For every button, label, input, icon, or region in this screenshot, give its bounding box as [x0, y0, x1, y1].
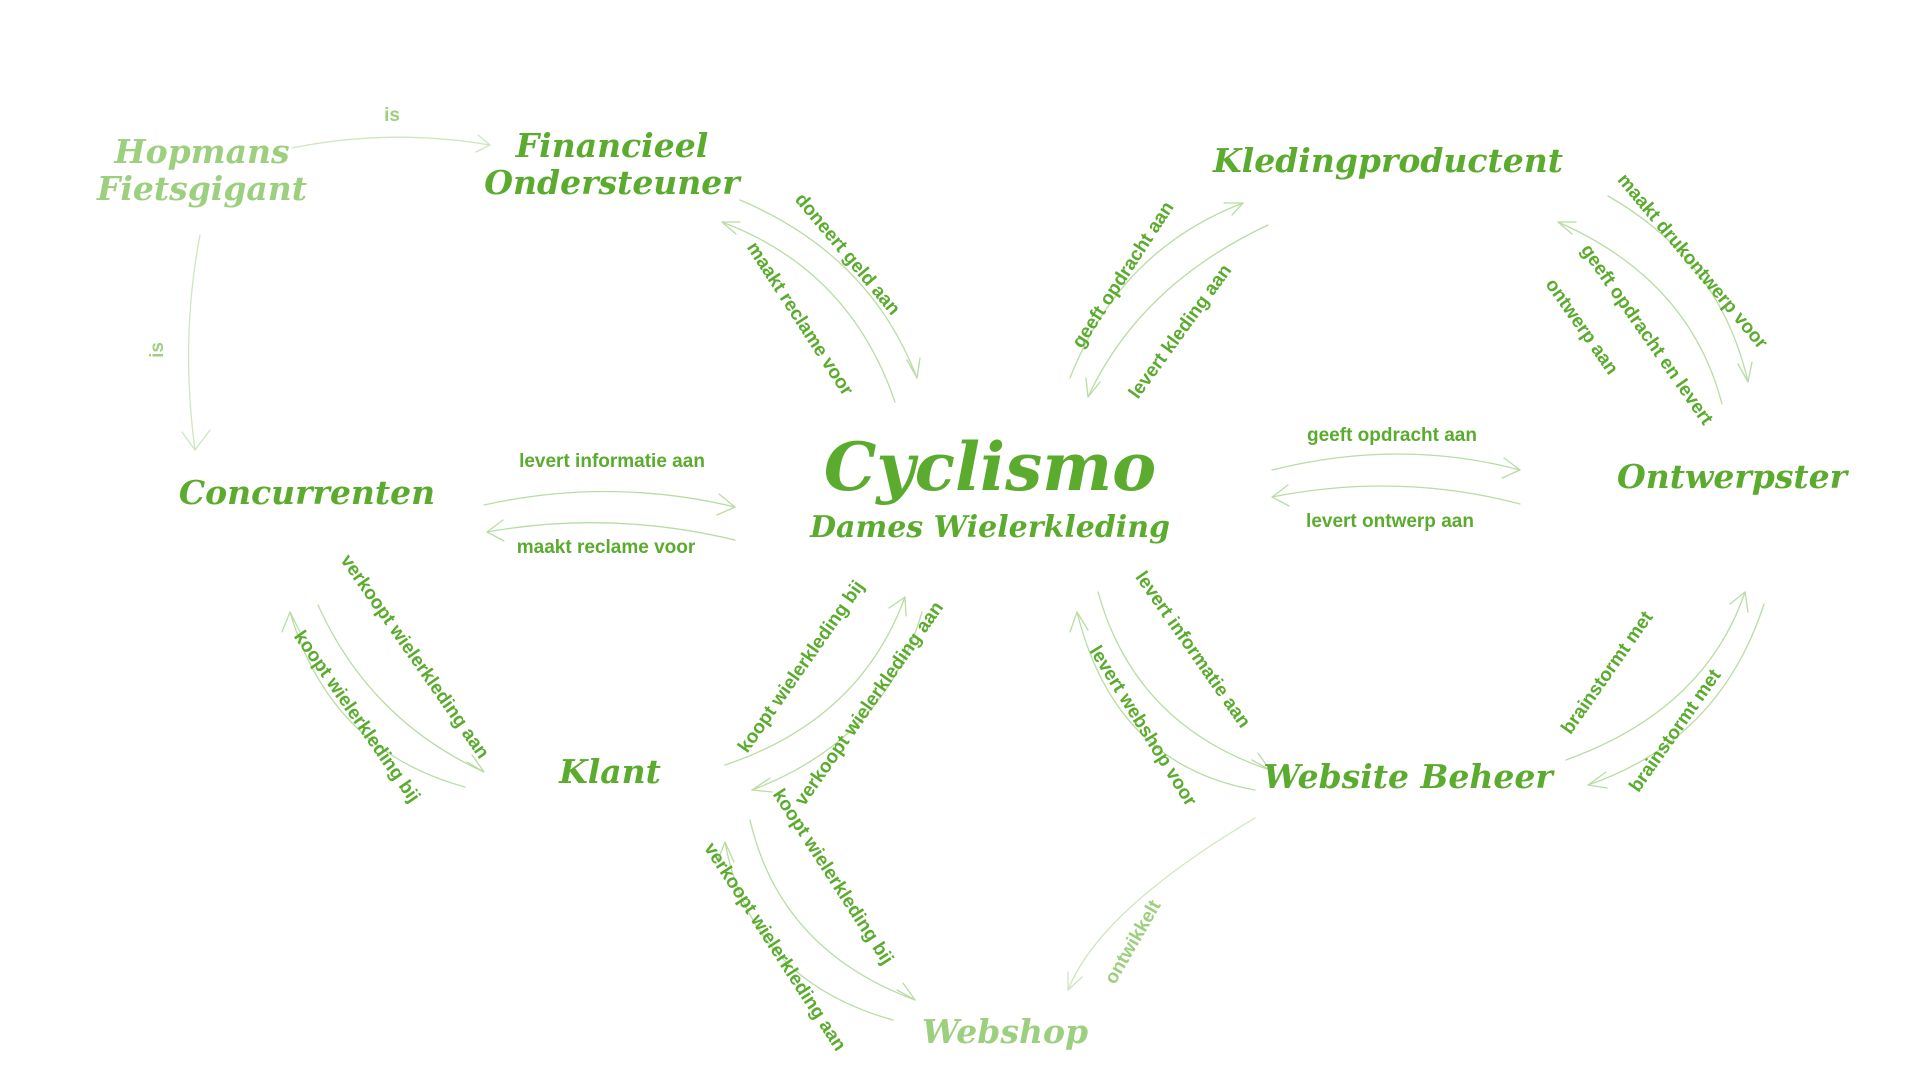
label-cyclismo-levert-info-website: levert informatie aan — [1131, 568, 1255, 732]
label-hopmans-is-concurrenten: is — [147, 342, 168, 358]
arrow-ontwerpster-website-head — [1587, 771, 1608, 789]
arrow-concurrenten-cyclismo — [483, 490, 736, 508]
arrow-kleding-cyclismo — [1087, 224, 1269, 398]
arrow-klant-webshop — [749, 819, 916, 1001]
hopmans-line1: Hopmans — [113, 132, 289, 171]
label-kleding-levert: levert kleding aan — [1125, 261, 1236, 403]
arrow-website-webshop — [1067, 817, 1256, 991]
concept-diagram: is is doneert geld aan maakt reclame voo… — [96, 105, 1850, 1055]
arrow-klant-webshop-head — [896, 982, 916, 1001]
label-klant-koopt-webshop: koopt wielerkleding bij — [768, 785, 897, 968]
arrow-hopmans-financieel — [291, 136, 491, 149]
arrow-hopmans-concurrenten-head — [181, 429, 211, 451]
cyclismo-subtitle: Dames Wielerkleding — [809, 510, 1170, 545]
label-ontwerpster-levert-ontwerp: levert ontwerp aan — [1306, 511, 1474, 532]
node-cyclismo: Cyclismo Dames Wielerkleding — [809, 428, 1170, 545]
node-kledingproducent: Kledingproductent — [1212, 141, 1563, 180]
node-hopmans: Hopmans Fietsgigant — [96, 132, 307, 208]
edge-labels: is is doneert geld aan maakt reclame voo… — [147, 105, 1772, 1055]
label-concurrenten-levert-info: levert informatie aan — [519, 451, 705, 472]
arrow-cyclismo-ontwerpster — [1271, 453, 1521, 471]
node-klant: Klant — [558, 752, 661, 791]
cyclismo-title: Cyclismo — [824, 428, 1156, 506]
node-concurrenten: Concurrenten — [179, 473, 435, 512]
arrow-ontwerpster-cyclismo — [1271, 485, 1521, 505]
arrow-klant-concurrenten-head — [281, 611, 301, 633]
financieel-line2: Ondersteuner — [484, 163, 742, 202]
financieel-line1: Financieel — [515, 126, 709, 165]
label-cyclismo-opdracht-ontwerpster: geeft opdracht aan — [1307, 425, 1477, 446]
arrow-hopmans-concurrenten — [187, 234, 201, 451]
node-website-beheer: Website Beheer — [1263, 757, 1555, 796]
label-ontwerpster-brainstormt: brainstormt met — [1625, 665, 1726, 796]
arrow-ontwerpster-kleding-head — [1557, 221, 1577, 235]
arrow-ontwerpster-website — [1587, 603, 1765, 786]
label-website-brainstormt: brainstormt met — [1557, 607, 1658, 738]
node-webshop: Webshop — [922, 1012, 1088, 1051]
node-ontwerpster: Ontwerpster — [1617, 457, 1850, 496]
hopmans-line2: Fietsgigant — [96, 169, 307, 208]
label-website-ontwikkelt: ontwikkelt — [1101, 896, 1166, 988]
label-website-levert-webshop: levert webshop voor — [1085, 642, 1201, 810]
arrows — [181, 134, 1765, 1021]
label-cyclismo-opdracht-kleding: geeft opdracht aan — [1068, 198, 1178, 352]
arrow-cyclismo-klant-head — [751, 777, 773, 793]
label-cyclismo-reclame-concurrenten: maakt reclame voor — [517, 537, 696, 558]
label-hopmans-is-financieel: is — [384, 105, 400, 126]
node-financieel: Financieel Ondersteuner — [484, 126, 742, 202]
label-financieel-doneert: doneert geld aan — [790, 189, 904, 319]
